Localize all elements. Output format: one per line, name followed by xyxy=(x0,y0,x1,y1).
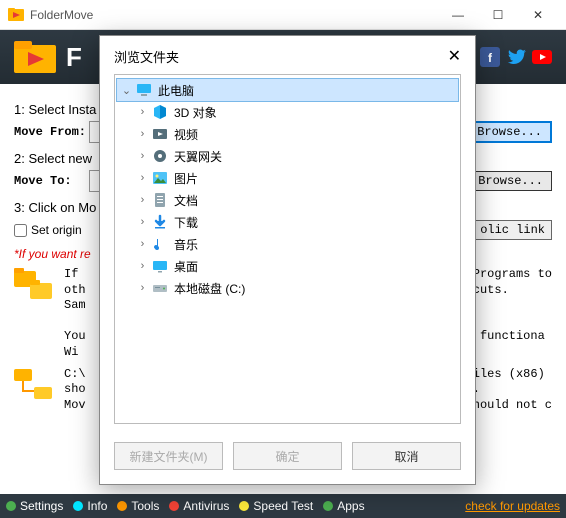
pic-icon xyxy=(152,170,168,186)
status-settings[interactable]: Settings xyxy=(6,499,63,513)
music-icon xyxy=(152,236,168,252)
tree-item[interactable]: › 图片 xyxy=(117,167,458,189)
tree-label: 3D 对象 xyxy=(174,104,217,121)
tree-label: 桌面 xyxy=(174,258,198,275)
status-apps[interactable]: Apps xyxy=(323,499,364,513)
video-icon xyxy=(152,126,168,142)
pc-icon xyxy=(136,82,152,98)
desk-icon xyxy=(152,258,168,274)
move-from-label: Move From: xyxy=(14,125,89,139)
status-speed-test[interactable]: Speed Test xyxy=(239,499,313,513)
tree-label: 下载 xyxy=(174,214,198,231)
expand-icon[interactable]: › xyxy=(137,128,148,140)
status-bar: Settings Info Tools Antivirus Speed Test Apps… xyxy=(0,494,566,518)
facebook-icon[interactable]: f xyxy=(480,47,500,67)
net-icon xyxy=(152,148,168,164)
tree-item[interactable]: › 桌面 xyxy=(117,255,458,277)
expand-icon[interactable]: › xyxy=(137,150,148,162)
status-tools[interactable]: Tools xyxy=(117,499,159,513)
window-title: FolderMove xyxy=(30,8,438,22)
youtube-icon[interactable] xyxy=(532,47,552,67)
app-icon xyxy=(8,7,24,23)
status-info[interactable]: Info xyxy=(73,499,107,513)
dialog-close-button[interactable]: ✕ xyxy=(448,46,461,66)
twitter-icon[interactable] xyxy=(506,47,526,67)
dialog-title: 浏览文件夹 xyxy=(114,47,448,66)
move-to-label: Move To: xyxy=(14,174,89,188)
status-antivirus[interactable]: Antivirus xyxy=(169,499,229,513)
browse-to-button[interactable]: Browse... xyxy=(469,171,552,191)
cube-icon xyxy=(152,104,168,120)
check-updates-link[interactable]: check for updates xyxy=(465,499,560,513)
minimize-button[interactable]: — xyxy=(438,1,478,29)
tree-item[interactable]: › 文档 xyxy=(117,189,458,211)
tree-label: 音乐 xyxy=(174,236,198,253)
tree-label: 此电脑 xyxy=(158,82,194,99)
expand-icon[interactable]: › xyxy=(137,172,148,184)
tree-item[interactable]: › 音乐 xyxy=(117,233,458,255)
folders-icon xyxy=(14,267,54,303)
tree-label: 天翼网关 xyxy=(174,148,222,165)
expand-icon[interactable]: › xyxy=(137,194,148,206)
tree-label: 图片 xyxy=(174,170,198,187)
expand-icon[interactable]: › xyxy=(137,238,148,250)
expand-icon[interactable]: ⌄ xyxy=(121,84,132,97)
folder-tree[interactable]: ⌄ 此电脑 › 3D 对象 › 视频 › 天翼网关 › 图片 › 文档 › 下载 › 音乐 › 桌面 › 本地磁盘 (… xyxy=(114,74,461,424)
cancel-button[interactable]: 取消 xyxy=(352,442,461,470)
tree-item[interactable]: ⌄ 此电脑 xyxy=(117,79,458,101)
down-icon xyxy=(152,214,168,230)
maximize-button[interactable]: ☐ xyxy=(478,1,518,29)
folder-tree-icon xyxy=(14,367,54,403)
close-button[interactable]: ✕ xyxy=(518,1,558,29)
banner-title: F xyxy=(66,42,82,73)
browse-folder-dialog: 浏览文件夹 ✕ ⌄ 此电脑 › 3D 对象 › 视频 › 天翼网关 › 图片 › 文档 › 下载 › 音乐 › 桌… xyxy=(99,35,476,485)
tree-label: 视频 xyxy=(174,126,198,143)
expand-icon[interactable]: › xyxy=(137,216,148,228)
tree-label: 本地磁盘 (C:) xyxy=(174,280,245,297)
tree-item[interactable]: › 本地磁盘 (C:) xyxy=(117,277,458,299)
browse-from-button[interactable]: Browse... xyxy=(467,121,552,143)
expand-icon[interactable]: › xyxy=(137,260,148,272)
ok-button[interactable]: 确定 xyxy=(233,442,342,470)
tree-item[interactable]: › 天翼网关 xyxy=(117,145,458,167)
disk-icon xyxy=(152,280,168,296)
tree-item[interactable]: › 3D 对象 xyxy=(117,101,458,123)
banner-folder-icon xyxy=(14,39,56,75)
doc-icon xyxy=(152,192,168,208)
new-folder-button[interactable]: 新建文件夹(M) xyxy=(114,442,223,470)
tree-label: 文档 xyxy=(174,192,198,209)
expand-icon[interactable]: › xyxy=(137,282,148,294)
set-original-checkbox[interactable]: Set origin xyxy=(14,223,82,237)
symlink-button[interactable]: olic link xyxy=(473,220,552,240)
titlebar: FolderMove — ☐ ✕ xyxy=(0,0,566,30)
social-icons: f xyxy=(480,47,552,67)
tree-item[interactable]: › 视频 xyxy=(117,123,458,145)
tree-item[interactable]: › 下载 xyxy=(117,211,458,233)
expand-icon[interactable]: › xyxy=(137,106,148,118)
